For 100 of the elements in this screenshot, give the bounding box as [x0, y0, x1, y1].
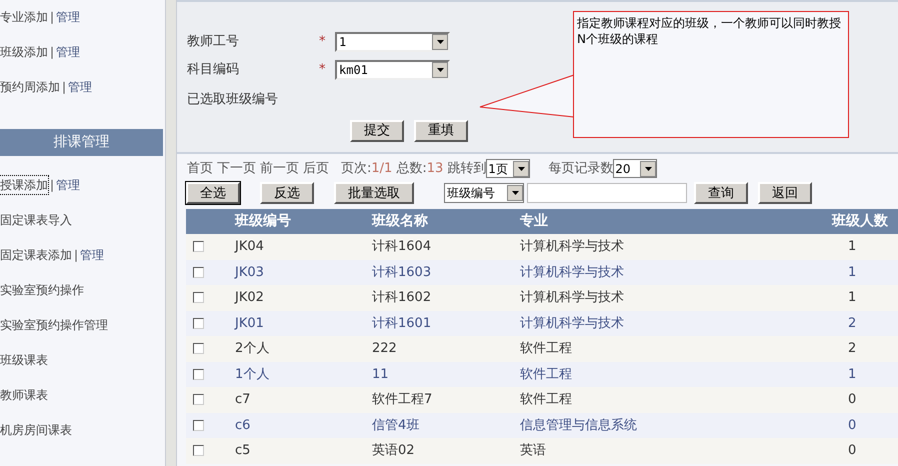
column-header: 班级编号 [235, 212, 292, 231]
pager-link[interactable]: 下一页 [217, 158, 256, 178]
table-row[interactable]: 2个人 222 软件工程 2 [186, 336, 898, 362]
form-button[interactable]: 返回 [758, 182, 812, 204]
row-checkbox[interactable] [193, 241, 204, 252]
form-button[interactable]: 查询 [694, 182, 748, 204]
row-checkbox[interactable] [193, 394, 204, 406]
sidebar-link[interactable]: 专业添加 [0, 8, 48, 26]
table-cell-text: 2 [847, 314, 858, 332]
sidebar-link[interactable]: 固定课表添加 [0, 246, 72, 264]
separator: | [50, 44, 54, 61]
separator: | [62, 79, 66, 96]
table-cell-text: 1个人 [235, 366, 270, 384]
search-field[interactable] [527, 183, 687, 203]
separator: | [74, 247, 78, 264]
sidebar-link[interactable]: 授课添加 [0, 176, 48, 194]
table-cell-text: 信管4班 [372, 416, 420, 434]
table-row[interactable]: 1个人 11 软件工程 1 [186, 362, 898, 387]
row-checkbox[interactable] [193, 318, 204, 329]
table-cell-text: 计算机科学与技术 [520, 314, 625, 332]
select-field[interactable]: km01 [335, 60, 450, 80]
manage-link[interactable]: 管理 [56, 43, 80, 61]
table-cell-text: c6 [235, 416, 252, 434]
table-cell-text: 计算机科学与技术 [520, 238, 625, 256]
per-page-label: 每页记录数 [548, 160, 614, 178]
column-header: 班级人数 [830, 212, 889, 231]
manage-link[interactable]: 管理 [68, 78, 92, 96]
table-cell-text: 0 [847, 442, 858, 460]
search-by-select[interactable]: 班级编号 [444, 183, 524, 203]
form-button[interactable]: 批量选取 [334, 182, 414, 204]
table-cell-text: 0 [847, 416, 858, 434]
table-cell-text: 软件工程 [520, 391, 573, 409]
table-cell-text: JK04 [235, 238, 265, 256]
table-cell-text: c5 [235, 442, 252, 460]
table-row[interactable]: c6 信管4班 信息管理与信息系统 0 [186, 412, 898, 438]
form-button[interactable]: 提交 [350, 120, 404, 142]
table-cell-text: 1 [847, 366, 858, 384]
pager-link[interactable]: 前一页 [260, 158, 299, 178]
table-row[interactable]: JK01 计科1601 计算机科学与技术 2 [186, 310, 898, 336]
sidebar-section-header[interactable]: 排课管理 [0, 129, 163, 156]
per-page-select[interactable]: 20 [613, 159, 658, 178]
sidebar-link[interactable]: 班级课表 [0, 351, 48, 369]
table-cell-text: 1 [847, 238, 858, 256]
manage-link[interactable]: 管理 [80, 246, 104, 264]
table-row[interactable]: JK04 计科1604 计算机科学与技术 1 [186, 234, 898, 260]
table-cell-text: c7 [235, 391, 252, 409]
table-cell-text: 英语02 [372, 442, 416, 460]
row-checkbox[interactable] [193, 420, 204, 431]
table-row[interactable]: c7 软件工程7 软件工程 0 [186, 387, 898, 412]
table-cell-text: 计算机科学与技术 [520, 264, 625, 282]
row-checkbox[interactable] [193, 343, 204, 354]
select-field[interactable]: 1 [335, 32, 450, 52]
sidebar-link[interactable]: 实验室预约操作管理 [0, 316, 108, 334]
field-label: 科目编码 [187, 61, 240, 80]
row-checkbox[interactable] [193, 292, 204, 304]
form-button[interactable]: 重填 [414, 120, 468, 142]
form-button[interactable]: 反选 [260, 182, 314, 204]
row-checkbox[interactable] [193, 368, 204, 380]
pager-link[interactable]: 首页 [187, 158, 213, 178]
table-cell-text: JK03 [235, 264, 265, 282]
table-cell-text: 软件工程 [520, 366, 573, 384]
table-row[interactable]: JK03 计科1603 计算机科学与技术 1 [186, 260, 898, 285]
table-cell-text: 信息管理与信息系统 [520, 416, 638, 434]
required-mark: * [319, 61, 326, 80]
table-cell-text: 1 [847, 289, 858, 307]
sidebar-link[interactable]: 教师课表 [0, 386, 48, 404]
table-cell-text: 计科1601 [372, 314, 432, 332]
required-mark: * [319, 33, 326, 52]
separator: | [50, 177, 54, 194]
total-value: 13 [426, 160, 444, 178]
form-button[interactable]: 全选 [186, 182, 240, 204]
manage-link[interactable]: 管理 [56, 176, 80, 194]
page-label: 页次: [341, 160, 372, 178]
row-checkbox[interactable] [193, 266, 204, 278]
table-cell-text: JK02 [235, 289, 265, 307]
row-checkbox[interactable] [193, 445, 204, 456]
table-cell-text: 11 [372, 366, 390, 384]
sidebar-link[interactable]: 固定课表导入 [0, 211, 72, 229]
sidebar-link[interactable]: 机房房间课表 [0, 421, 72, 439]
table-cell-text: 软件工程7 [372, 391, 434, 409]
column-header: 专业 [520, 212, 549, 231]
sidebar-link[interactable]: 班级添加 [0, 43, 48, 61]
table-cell-text: 222 [372, 340, 398, 358]
table-row[interactable]: JK02 计科1602 计算机科学与技术 1 [186, 285, 898, 310]
pager-link[interactable]: 后页 [303, 158, 329, 178]
table-row[interactable]: c5 英语02 英语 0 [186, 438, 898, 464]
sidebar-link[interactable]: 实验室预约操作 [0, 281, 84, 299]
table-cell-text: 2个人 [235, 340, 270, 358]
separator: | [50, 9, 54, 26]
table-cell-text: 1 [847, 264, 858, 282]
page-value: 1/1 [371, 160, 392, 178]
table-cell-text: 计科1603 [372, 264, 432, 282]
column-header: 班级名称 [372, 212, 429, 231]
field-label: 教师工号 [187, 33, 240, 52]
table-cell-text: JK01 [235, 314, 265, 332]
manage-link[interactable]: 管理 [56, 8, 80, 26]
selected-classes-label: 已选取班级编号 [187, 91, 279, 109]
sidebar-link[interactable]: 预约周添加 [0, 78, 60, 96]
jump-select[interactable]: 1页 [486, 159, 530, 178]
total-label: 总数: [396, 160, 427, 178]
